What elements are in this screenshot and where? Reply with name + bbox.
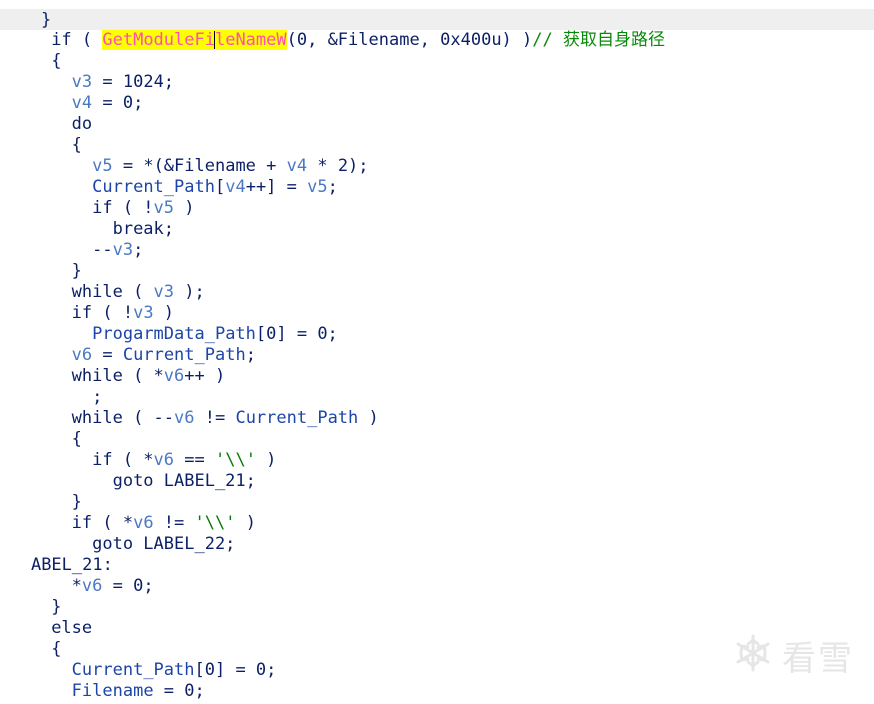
code-line-13[interactable]: while ( v3 ); xyxy=(0,261,205,302)
code-line-1[interactable]: if ( GetModuleFileNameW(0, &Filename, 0x… xyxy=(0,9,665,50)
code-line-1-token-3: (0, &Filename, 0x400u) ) xyxy=(286,30,533,50)
code-line-16-token-4: ; xyxy=(245,345,256,365)
code-line-24[interactable]: if ( *v6 != '\\' ) xyxy=(0,492,256,533)
variable-v5[interactable]: v5 xyxy=(307,177,327,197)
code-line-30[interactable]: { xyxy=(0,618,61,659)
code-line-11-token-2: ; xyxy=(133,240,144,260)
code-line-9[interactable]: if ( !v5 ) xyxy=(0,177,194,218)
code-line-14[interactable]: if ( !v3 ) xyxy=(0,282,174,323)
snowflake-icon xyxy=(732,632,774,679)
code-line-18[interactable]: ; xyxy=(0,366,102,407)
code-line-8[interactable]: Current_Path[v4++] = v5; xyxy=(0,156,338,197)
code-line-11[interactable]: --v3; xyxy=(0,219,143,260)
code-line-33[interactable]: } xyxy=(0,681,61,704)
global-filename[interactable]: Filename xyxy=(72,681,154,701)
code-line-12[interactable]: } xyxy=(0,240,82,281)
code-line-27-token-2: = 0; xyxy=(102,576,154,596)
code-line-21[interactable]: if ( *v6 == '\\' ) xyxy=(0,429,276,470)
watermark: 看雪 xyxy=(732,631,854,680)
variable-v6[interactable]: v6 xyxy=(164,366,184,386)
code-line-7[interactable]: v5 = *(&Filename + v4 * 2); xyxy=(0,135,368,176)
code-line-20[interactable]: { xyxy=(0,408,82,449)
code-line-25[interactable]: goto LABEL_22; xyxy=(0,513,235,554)
code-line-4[interactable]: v4 = 0; xyxy=(0,72,144,113)
variable-v3[interactable]: v3 xyxy=(113,240,133,260)
code-line-17-token-2: ++ ) xyxy=(184,366,226,386)
code-line-10[interactable]: break; xyxy=(0,198,174,239)
code-line-32[interactable]: Filename = 0; xyxy=(0,660,205,701)
variable-v6[interactable]: v6 xyxy=(82,576,102,596)
code-line-9-token-2: ) xyxy=(174,198,195,218)
variable-v4[interactable]: v4 xyxy=(225,177,245,197)
function-name-part-1[interactable]: GetModuleFi xyxy=(102,30,215,50)
variable-v6[interactable]: v6 xyxy=(174,408,194,428)
code-comment: // 获取自身路径 xyxy=(532,30,665,50)
code-line-17[interactable]: while ( *v6++ ) xyxy=(0,345,226,386)
code-line-2[interactable]: { xyxy=(0,30,61,71)
code-line-13-token-2: ); xyxy=(174,282,205,302)
code-line-23[interactable]: } xyxy=(0,471,82,512)
code-view[interactable]: } if ( GetModuleFileNameW(0, &Filename, … xyxy=(0,0,874,704)
code-line-31[interactable]: Current_Path[0] = 0; xyxy=(0,639,277,680)
code-line-21-token-4: ) xyxy=(255,450,277,470)
code-line-15[interactable]: ProgarmData_Path[0] = 0; xyxy=(0,303,338,344)
code-line-4-token-2: = 0; xyxy=(92,93,144,113)
code-line-8-token-2: [ xyxy=(214,177,226,197)
code-line-27[interactable]: *v6 = 0; xyxy=(0,555,154,596)
code-line-8-token-6: ; xyxy=(327,177,338,197)
global-current-path[interactable]: Current_Path xyxy=(235,408,358,428)
code-line-16[interactable]: v6 = Current_Path; xyxy=(0,324,256,365)
code-line-19-token-2: != xyxy=(194,408,236,428)
code-line-26[interactable]: ABEL_21: xyxy=(0,534,113,575)
code-line-15-token-2: [0] = 0; xyxy=(255,324,338,344)
code-line-5[interactable]: do xyxy=(0,93,92,134)
watermark-text: 看雪 xyxy=(782,639,854,679)
code-line-24-token-4: ) xyxy=(235,513,256,533)
code-line-29[interactable]: else xyxy=(0,597,92,638)
code-line-22[interactable]: goto LABEL_21; xyxy=(0,450,256,491)
code-line-19-token-4: ) xyxy=(358,408,379,428)
code-line-31-token-2: [0] = 0; xyxy=(194,660,277,680)
code-line-8-token-4: ++] = xyxy=(245,177,308,197)
code-line-28[interactable]: } xyxy=(0,576,61,617)
code-line-32-token-2: = 0; xyxy=(153,681,205,701)
function-name-part-2[interactable]: leNameW xyxy=(214,30,287,50)
code-line-19[interactable]: while ( --v6 != Current_Path ) xyxy=(0,387,379,428)
code-line-6[interactable]: { xyxy=(0,114,82,155)
code-line-3[interactable]: v3 = 1024; xyxy=(0,51,174,92)
